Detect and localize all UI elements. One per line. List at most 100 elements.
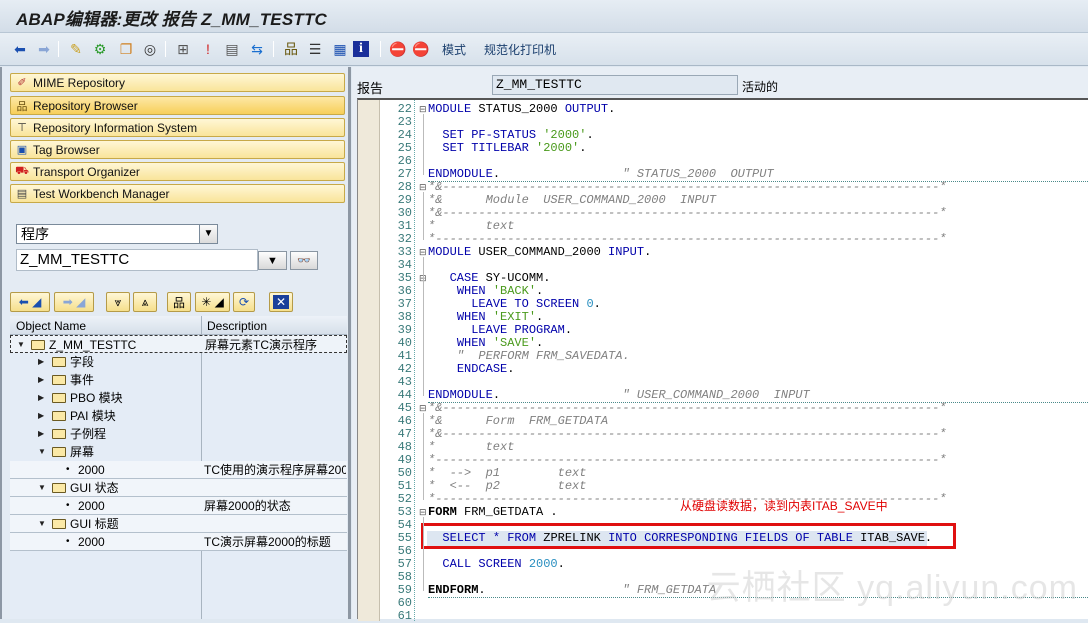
- collapsed-triangle-icon[interactable]: ▶: [38, 407, 44, 425]
- tree-back-button[interactable]: ⬅ ◢: [10, 292, 50, 312]
- tree-row[interactable]: ▶ PBO 模块: [10, 389, 347, 407]
- tree-node-label: Z_MM_TESTTC: [49, 338, 137, 352]
- collapsed-triangle-icon[interactable]: ▶: [38, 389, 44, 407]
- column-object-name[interactable]: Object Name: [16, 319, 86, 333]
- expanded-triangle-icon[interactable]: ▼: [38, 443, 46, 461]
- window-titlebar: ABAP编辑器:更改 报告 Z_MM_TESTTC: [0, 0, 1088, 33]
- tree-row[interactable]: ▶ 字段: [10, 353, 347, 371]
- chevron-down-icon[interactable]: ▼: [199, 225, 217, 243]
- collapsed-triangle-icon[interactable]: ▶: [38, 371, 44, 389]
- window-title: ABAP编辑器:更改 报告 Z_MM_TESTTC: [16, 10, 327, 29]
- tree-row[interactable]: • 2000 屏幕2000的状态: [10, 497, 347, 515]
- back-icon[interactable]: ⬅: [10, 39, 30, 59]
- expanded-triangle-icon[interactable]: ▼: [38, 479, 46, 497]
- expand-button[interactable]: ⩓: [133, 292, 157, 312]
- close-tree-button[interactable]: ✕: [269, 292, 293, 312]
- refresh-button[interactable]: ⟳: [233, 292, 255, 312]
- tree-row[interactable]: ▼ Z_MM_TESTTC 屏幕元素TC演示程序: [10, 335, 347, 353]
- object-name-input[interactable]: Z_MM_TESTTC: [16, 249, 258, 271]
- tree-forward-button[interactable]: ➡ ◢: [54, 292, 94, 312]
- tree-row[interactable]: ▶ 子例程: [10, 425, 347, 443]
- nav-repository-info-system[interactable]: ⊤ Repository Information System: [10, 118, 345, 137]
- collapsed-triangle-icon[interactable]: ▶: [38, 425, 44, 443]
- open-folder-icon: [52, 447, 66, 457]
- edit-toggle-icon[interactable]: ✎: [66, 39, 86, 59]
- tree-row[interactable]: ▼ GUI 状态: [10, 479, 347, 497]
- display-change-icon[interactable]: ⚙: [90, 39, 110, 59]
- fold-guide: [423, 192, 424, 240]
- tree-row[interactable]: ▶ 事件: [10, 371, 347, 389]
- stop-user-icon[interactable]: ⛔: [411, 39, 431, 59]
- tree-node-name: 2000: [78, 461, 105, 479]
- code-line: ENDCASE.: [456, 362, 515, 376]
- expanded-triangle-icon[interactable]: ▼: [17, 336, 25, 354]
- tree-node-label: PAI 模块: [70, 409, 116, 423]
- code-editor[interactable]: 22 ⊟ MODULE STATUS_2000 OUTPUT. 23 24 SET PF…: [357, 98, 1088, 623]
- editor-pane: 报告 Z_MM_TESTTC 活动的 22 ⊟ MODULE STATUS_2000…: [352, 67, 1088, 623]
- object-tree: Object Name Description ▼ Z_MM_TESTTC 屏幕元素…: [10, 316, 347, 619]
- tree-node-name: 字段: [52, 353, 94, 371]
- tree-node-label: 2000: [78, 499, 105, 513]
- where-used-icon[interactable]: ◎: [140, 39, 160, 59]
- nav-tag-browser[interactable]: ▣ Tag Browser: [10, 140, 345, 159]
- nav-test-workbench-manager[interactable]: ▤ Test Workbench Manager: [10, 184, 345, 203]
- tree-node-label: 事件: [70, 373, 95, 387]
- collapsed-triangle-icon[interactable]: ▶: [38, 353, 44, 371]
- nav-transport-organizer[interactable]: ⛟ Transport Organizer: [10, 162, 345, 181]
- navigate-icon[interactable]: ⇆: [247, 39, 267, 59]
- open-folder-icon: [31, 340, 45, 350]
- collapse-button[interactable]: ⩔: [106, 292, 130, 312]
- forward-icon[interactable]: ➡: [34, 39, 54, 59]
- open-folder-icon: [52, 483, 66, 493]
- asterisk-icon: ✳ ◢: [201, 295, 224, 309]
- code-line: CALL SCREEN 2000.: [442, 557, 565, 571]
- display-options-button[interactable]: ✳ ◢: [195, 292, 230, 312]
- tree-row[interactable]: ▶ PAI 模块: [10, 407, 347, 425]
- nav-mime-repository[interactable]: ✐ MIME Repository: [10, 73, 345, 92]
- breakpoint-icon[interactable]: !: [198, 39, 218, 59]
- nav-label: Transport Organizer: [33, 164, 140, 179]
- tree-row[interactable]: • 2000 TC演示屏幕2000的标题: [10, 533, 347, 551]
- activate-icon[interactable]: ❐: [116, 39, 136, 59]
- mode-button[interactable]: 模式: [442, 41, 466, 58]
- tree-row[interactable]: ▼ GUI 标题: [10, 515, 347, 533]
- tree-node-description: 屏幕元素TC演示程序: [205, 338, 317, 352]
- layout-icon[interactable]: ☰: [305, 39, 325, 59]
- column-description[interactable]: Description: [207, 319, 267, 333]
- pretty-print-button[interactable]: 规范化打印机: [484, 41, 556, 58]
- triangle-down-icon: ▼: [267, 254, 278, 267]
- dropdown-button[interactable]: ▼: [258, 251, 287, 270]
- tree-row[interactable]: ▼ 屏幕: [10, 443, 347, 461]
- list-icon[interactable]: ▦: [330, 39, 350, 59]
- tree-node-name: Z_MM_TESTTC: [31, 336, 136, 354]
- expanded-triangle-icon[interactable]: ▼: [38, 515, 46, 533]
- hierarchy-up-button[interactable]: 品: [167, 292, 191, 312]
- tree-node-name: GUI 状态: [52, 479, 119, 497]
- object-list-icon[interactable]: ⊞: [173, 39, 193, 59]
- code-line: MODULE STATUS_2000 OUTPUT.: [428, 102, 616, 116]
- toolbar-separator: [380, 41, 381, 57]
- expand-icon: ⩓: [141, 294, 149, 309]
- tree-node-description: TC演示屏幕2000的标题: [204, 535, 331, 549]
- program-type-label: 报告: [357, 81, 384, 96]
- toolbar-separator: [165, 41, 166, 57]
- display-button[interactable]: 👓: [290, 251, 318, 270]
- nav-label: Repository Browser: [33, 98, 138, 113]
- editor-gutter: [358, 100, 380, 621]
- nav-repository-browser[interactable]: 品 Repository Browser: [10, 96, 345, 115]
- fold-guide: [423, 257, 424, 396]
- stop-icon[interactable]: ⛔: [388, 39, 408, 59]
- info-icon[interactable]: i: [353, 41, 369, 57]
- line-number: 61: [397, 609, 412, 623]
- tree-node-label: 屏幕: [70, 445, 95, 459]
- workbench-icon: ▤: [16, 188, 28, 200]
- tree-node-label: PBO 模块: [70, 391, 123, 405]
- display-object-icon[interactable]: ▤: [222, 39, 242, 59]
- object-type-select[interactable]: 程序 ▼: [16, 224, 218, 244]
- tree-row[interactable]: • 2000 TC使用的演示程序屏幕2000: [10, 461, 347, 479]
- mime-icon: ✐: [17, 77, 27, 89]
- tree-node-name: 子例程: [52, 425, 106, 443]
- tree-node-label: 2000: [78, 463, 105, 477]
- hierarchy-icon[interactable]: 品: [281, 39, 301, 59]
- toolbar-separator: [273, 41, 274, 57]
